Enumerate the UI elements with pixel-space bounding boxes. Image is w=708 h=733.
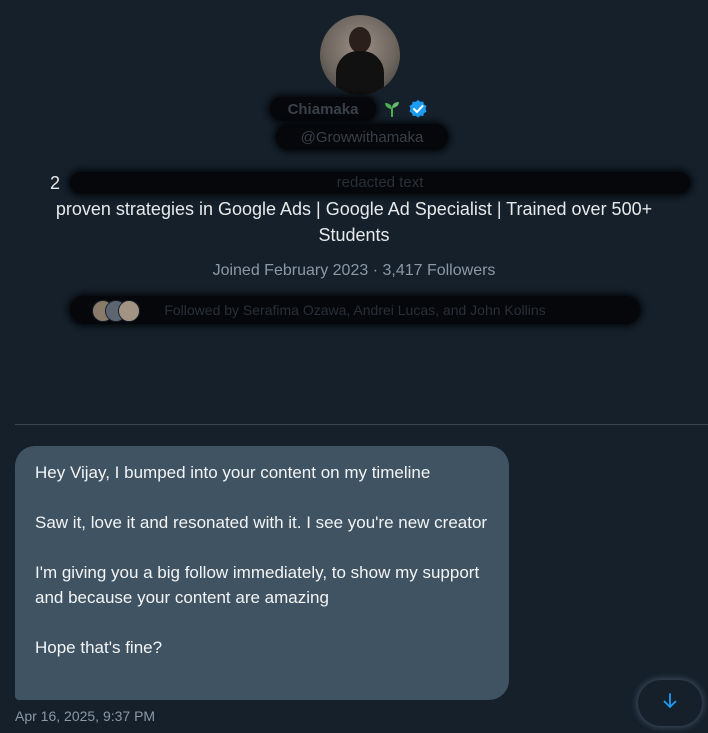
mini-avatar: [118, 300, 140, 322]
profile-meta: Joined February 2023 · 3,417 Followers: [0, 262, 708, 280]
scroll-to-bottom-button[interactable]: [638, 680, 702, 726]
verified-badge-icon: [408, 99, 428, 119]
arrow-down-icon: [661, 692, 679, 715]
section-divider: [15, 424, 708, 425]
profile-name-redacted[interactable]: Chiamaka: [270, 97, 376, 121]
message-paragraph: I'm giving you a big follow immediately,…: [35, 563, 480, 607]
message-bubble[interactable]: Hey Vijay, I bumped into your content on…: [15, 446, 509, 700]
profile-avatar[interactable]: [320, 15, 400, 95]
bio-text: proven strategies in Google Ads | Google…: [55, 199, 653, 245]
profile-name-row: Chiamaka: [270, 94, 440, 124]
message-paragraph: Saw it, love it and resonated with it. I…: [35, 513, 488, 532]
meta-separator: ·: [372, 262, 379, 279]
followed-by-avatars: [92, 300, 140, 322]
joined-date: Joined February 2023: [212, 262, 369, 279]
bio-first-line: 2 redacted text: [30, 170, 690, 196]
followed-by-redacted: Followed by Serafima Ozawa, Andrei Lucas…: [70, 296, 640, 324]
followed-by-row[interactable]: Followed by Serafima Ozawa, Andrei Lucas…: [70, 296, 640, 324]
message-paragraph: Hope that's fine?: [35, 638, 163, 657]
message-timestamp: Apr 16, 2025, 9:37 PM: [15, 708, 156, 724]
bio-first-char: 2: [50, 173, 61, 193]
followers-count[interactable]: 3,417 Followers: [382, 262, 495, 279]
dm-conversation-view: Chiamaka @Growwithamaka 2 redacted text …: [0, 0, 708, 733]
avatar-head: [349, 27, 371, 53]
bio-redacted-text: redacted text: [70, 172, 690, 194]
profile-handle-redacted[interactable]: @Growwithamaka: [276, 124, 448, 150]
profile-bio: 2 redacted text proven strategies in Goo…: [30, 170, 690, 248]
message-paragraph: Hey Vijay, I bumped into your content on…: [35, 463, 431, 482]
avatar-body: [336, 51, 384, 95]
sprout-icon: [382, 99, 402, 119]
